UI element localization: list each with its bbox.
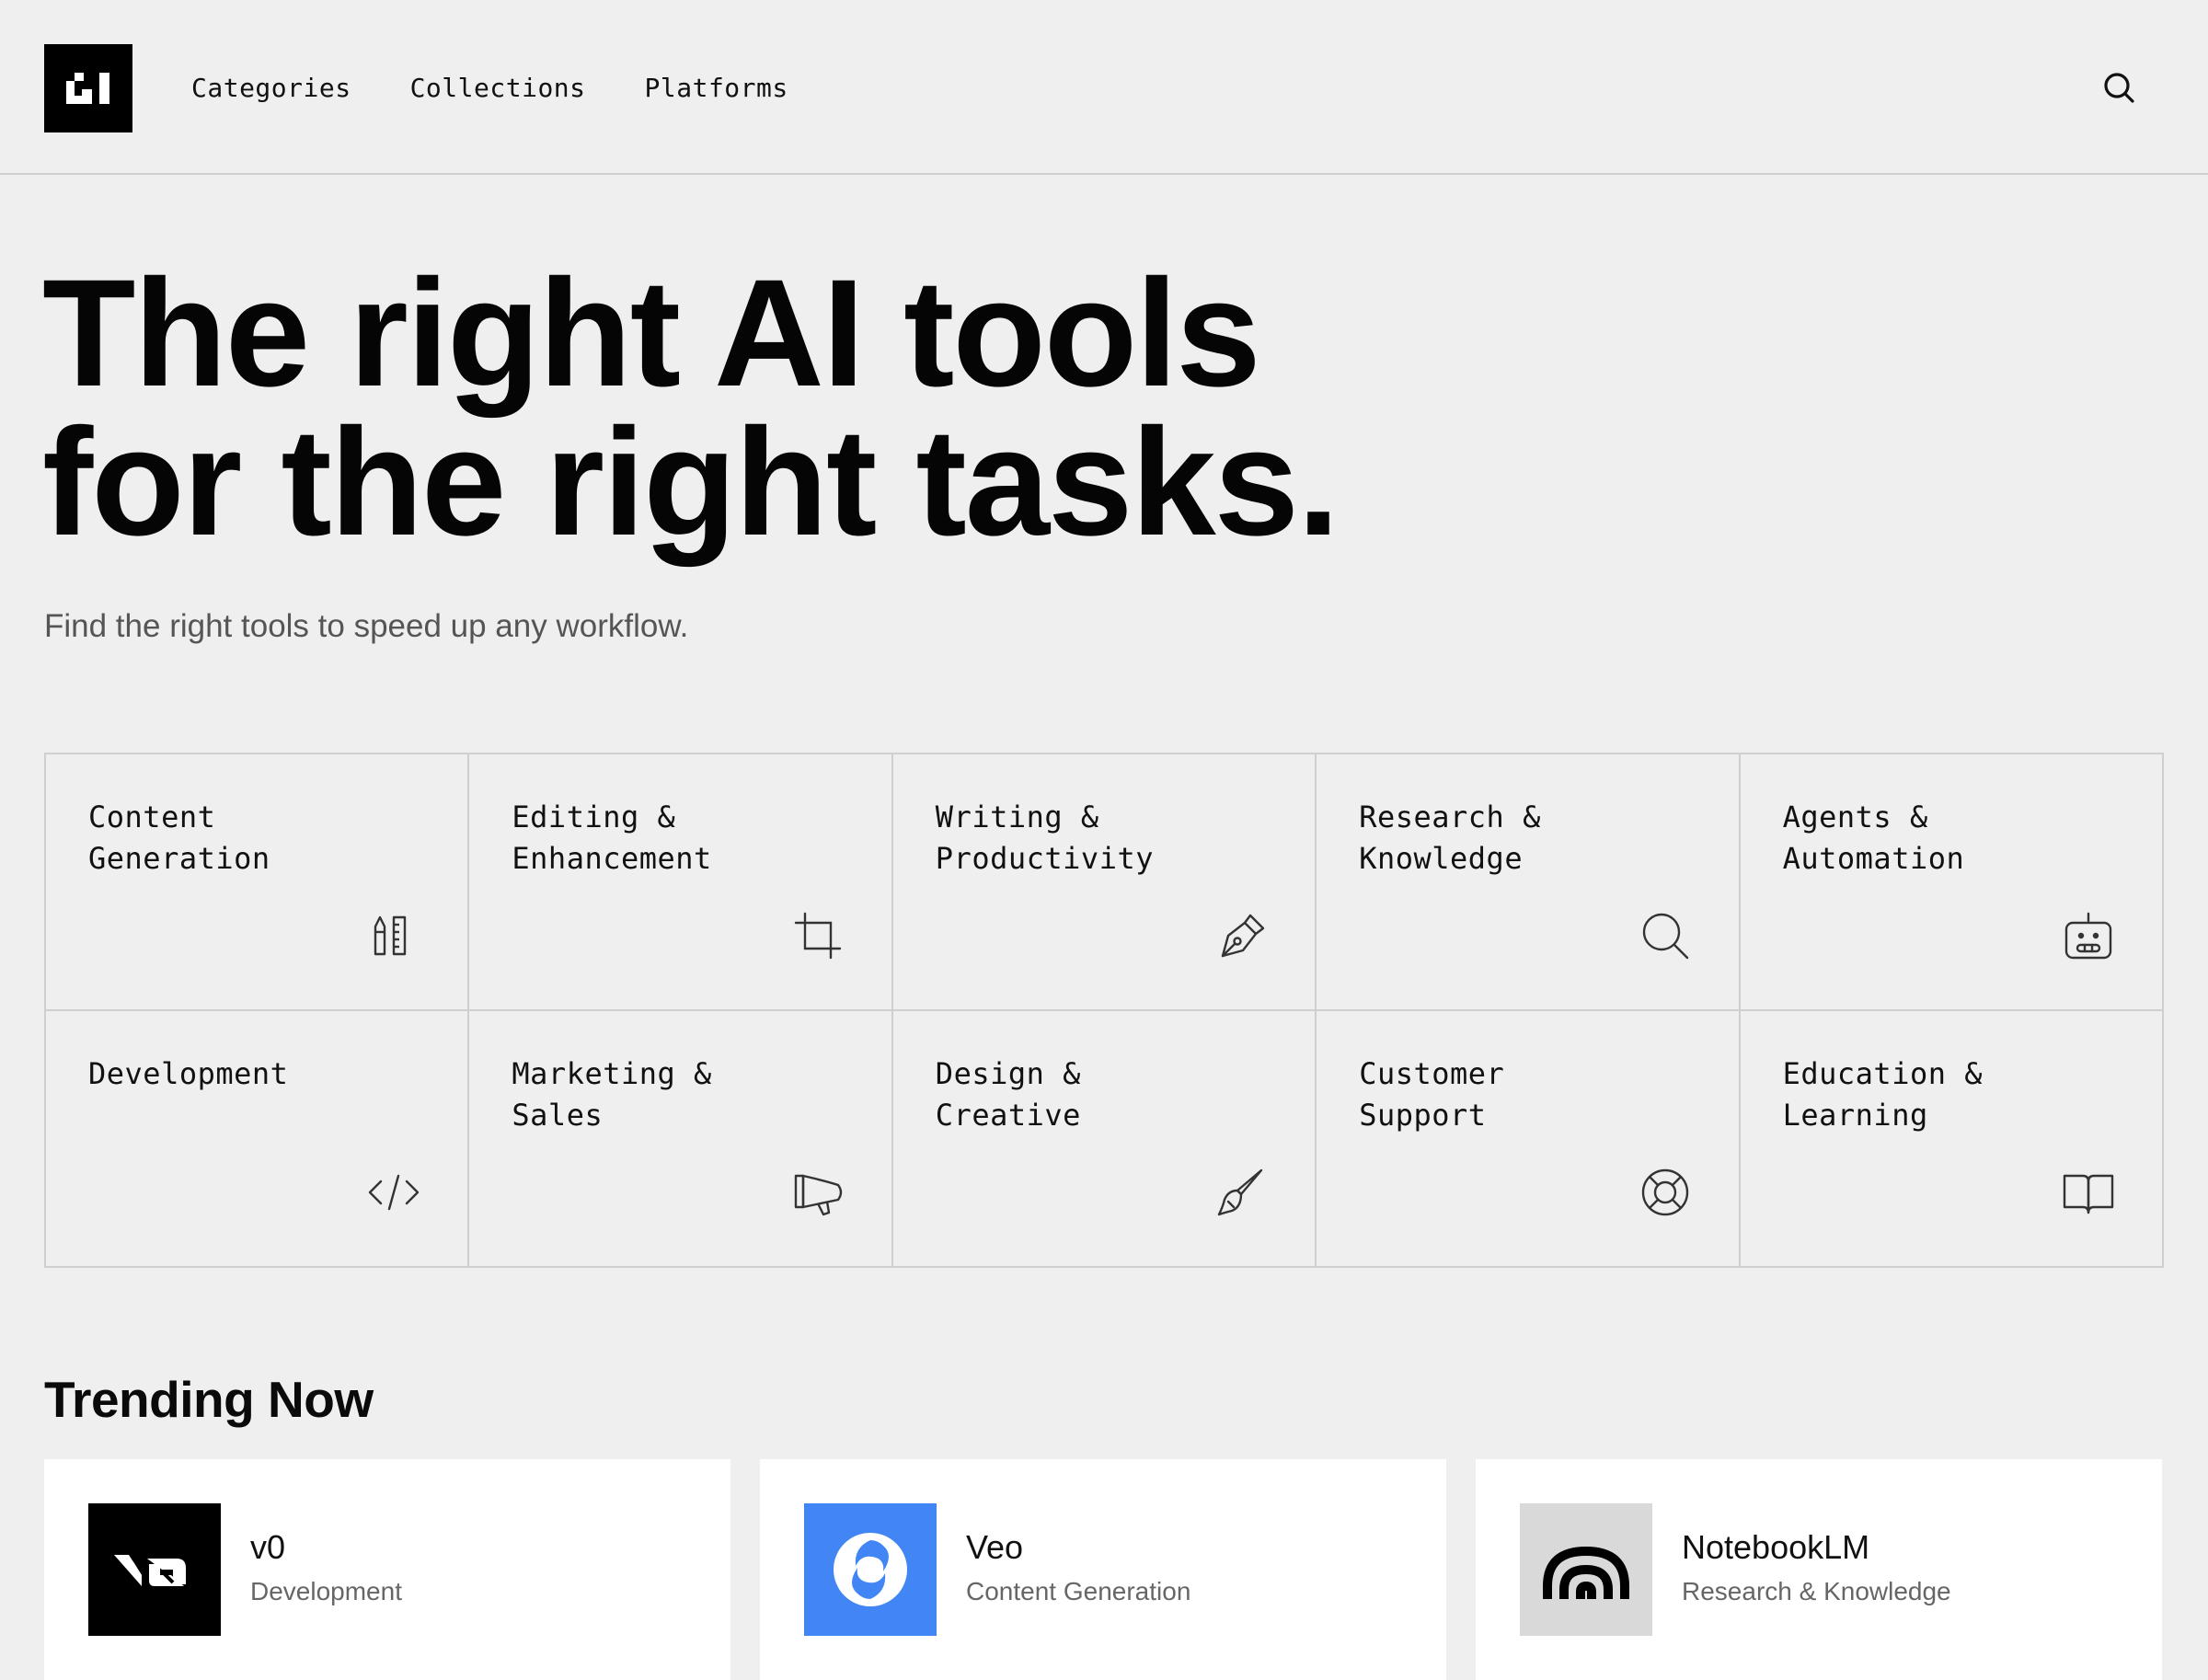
tool-category: Content Generation — [966, 1577, 1191, 1605]
nav-platforms[interactable]: Platforms — [645, 68, 788, 109]
veo-logo-icon — [804, 1503, 937, 1636]
tool-name: Veo — [966, 1528, 1024, 1566]
nav-categories[interactable]: Categories — [191, 68, 351, 109]
tool-name: v0 — [250, 1528, 286, 1566]
hero-subtitle: Find the right tools to speed up any wor… — [44, 608, 689, 644]
paintbrush-icon — [1217, 1168, 1263, 1216]
pencil-ruler-icon — [374, 915, 407, 956]
hero-title-line-2: for the right tasks. — [42, 397, 1340, 568]
category-label: Writing & Productivity — [935, 800, 1154, 876]
trending-card-v0[interactable]: v0 Development — [44, 1459, 730, 1680]
open-book-icon — [2063, 1174, 2114, 1214]
tool-name: NotebookLM — [1682, 1528, 1870, 1566]
category-content-generation[interactable]: Content Generation — [46, 754, 470, 1011]
brand-logo[interactable] — [44, 44, 132, 132]
search-icon — [2104, 73, 2134, 103]
category-label: Design & Creative — [935, 1056, 1081, 1133]
category-label: Agents & Automation — [1782, 800, 1965, 876]
trending-list: v0 Development Veo Content Generation No… — [44, 1459, 2164, 1680]
trending-card-notebooklm[interactable]: NotebookLM Research & Knowledge — [1476, 1459, 2162, 1680]
tool-category: Development — [250, 1577, 402, 1605]
magnifier-icon — [1642, 913, 1688, 960]
category-writing-productivity[interactable]: Writing & Productivity — [892, 754, 1317, 1011]
category-label: Content Generation — [88, 800, 270, 876]
category-label: Marketing & Sales — [512, 1056, 712, 1133]
robot-icon — [2064, 912, 2112, 960]
category-customer-support[interactable]: Customer Support — [1317, 1011, 1741, 1268]
site-header: Categories Collections Platforms — [0, 0, 2208, 175]
megaphone-icon — [794, 1174, 842, 1216]
tool-category: Research & Knowledge — [1682, 1577, 1951, 1605]
nav-collections[interactable]: Collections — [410, 68, 586, 109]
category-label: Research & Knowledge — [1359, 800, 1541, 876]
category-development[interactable]: Development — [46, 1011, 470, 1268]
notebooklm-logo-icon — [1520, 1503, 1652, 1636]
hero-title-line-1: The right AI tools — [42, 248, 1261, 419]
search-button[interactable] — [2098, 66, 2142, 110]
crop-icon — [794, 912, 841, 960]
category-label: Editing & Enhancement — [512, 800, 712, 876]
category-design-creative[interactable]: Design & Creative — [892, 1011, 1317, 1268]
lifebuoy-icon — [1641, 1168, 1688, 1216]
main-nav: Categories Collections Platforms — [191, 68, 847, 109]
brand-logo-icon — [66, 73, 109, 104]
hero-title: The right AI tools for the right tasks. — [42, 248, 1340, 568]
category-research-knowledge[interactable]: Research & Knowledge — [1317, 754, 1741, 1011]
category-label: Customer Support — [1359, 1056, 1505, 1133]
trending-card-veo[interactable]: Veo Content Generation — [760, 1459, 1446, 1680]
category-label: Development — [88, 1056, 289, 1091]
category-label: Education & Learning — [1782, 1056, 1984, 1133]
v0-logo-icon — [88, 1503, 221, 1636]
code-icon — [369, 1174, 420, 1211]
category-agents-automation[interactable]: Agents & Automation — [1740, 754, 2164, 1011]
category-grid: Content Generation Editing & Enhancement… — [44, 753, 2164, 1268]
category-marketing-sales[interactable]: Marketing & Sales — [469, 1011, 893, 1268]
trending-title: Trending Now — [44, 1371, 374, 1428]
pen-nib-icon — [1221, 914, 1265, 958]
category-editing-enhancement[interactable]: Editing & Enhancement — [469, 754, 893, 1011]
category-education-learning[interactable]: Education & Learning — [1740, 1011, 2164, 1268]
